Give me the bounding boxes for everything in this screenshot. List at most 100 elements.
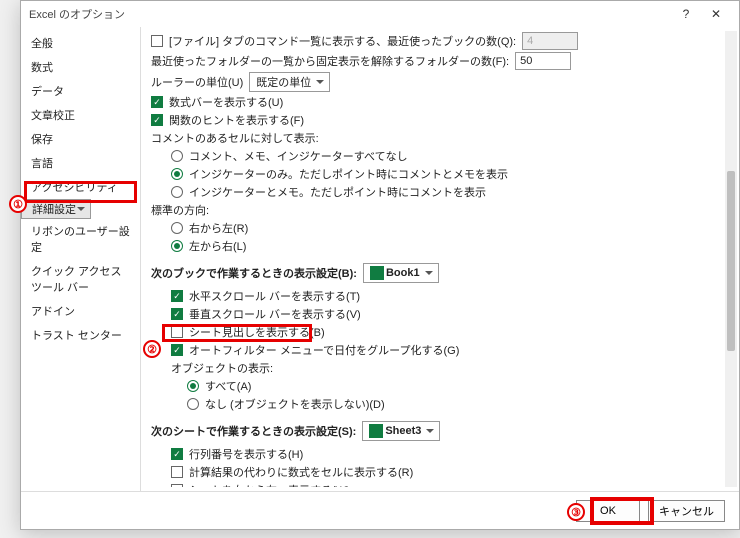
opt-comment-ind: インジケーターのみ。ただしポイント時にコメントとメモを表示 bbox=[145, 165, 721, 183]
sel-book[interactable]: Book1 bbox=[363, 263, 439, 283]
lbl-func-hint: 関数のヒントを表示する(F) bbox=[169, 112, 304, 128]
chk-autofilter-group[interactable] bbox=[171, 344, 183, 356]
lbl-recent-books: [ファイル] タブのコマンド一覧に表示する、最近使ったブックの数(Q): bbox=[169, 33, 516, 49]
chk-rtl-sheet[interactable] bbox=[171, 484, 183, 487]
dialog-title: Excel のオプション bbox=[29, 6, 671, 22]
cancel-button[interactable]: キャンセル bbox=[648, 500, 725, 522]
lbl-obj-all: すべて(A) bbox=[205, 378, 251, 394]
badge-2: ② bbox=[143, 340, 161, 358]
opt-rowcol-headers: 行列番号を表示する(H) bbox=[145, 445, 721, 463]
opt-ruler-unit: ルーラーの単位(U) 既定の単位 bbox=[145, 71, 721, 93]
lbl-ruler-unit: ルーラーの単位(U) bbox=[151, 74, 243, 90]
sel-ruler-unit[interactable]: 既定の単位 bbox=[249, 72, 330, 92]
chk-show-formulas[interactable] bbox=[171, 466, 183, 478]
dialog-footer: OK キャンセル bbox=[21, 491, 739, 529]
opt-recent-books: [ファイル] タブのコマンド一覧に表示する、最近使ったブックの数(Q): 4 bbox=[145, 31, 721, 51]
sidebar-item-qat[interactable]: クイック アクセス ツール バー bbox=[21, 259, 140, 299]
opt-comment-both: インジケーターとメモ。ただしポイント時にコメントを表示 bbox=[145, 183, 721, 201]
sheet-icon bbox=[369, 424, 383, 438]
chk-rowcol-headers[interactable] bbox=[171, 448, 183, 460]
section-book: 次のブックで作業するときの表示設定(B): Book1 bbox=[145, 255, 721, 287]
lbl-rtl-sheet: シートを右から左へ表示する(W) bbox=[189, 482, 350, 487]
chk-formula-bar[interactable] bbox=[151, 96, 163, 108]
hdr-objects: オブジェクトの表示: bbox=[145, 359, 721, 377]
workbook-icon bbox=[370, 266, 384, 280]
sel-sheet-val: Sheet3 bbox=[385, 425, 421, 437]
dialog-body: 全般 数式 データ 文章校正 保存 言語 アクセシビリティ 詳細設定 リボンのユ… bbox=[21, 27, 739, 491]
rad-dir-rtl[interactable] bbox=[171, 222, 183, 234]
lbl-comment-both: インジケーターとメモ。ただしポイント時にコメントを表示 bbox=[189, 184, 486, 200]
section-sheet: 次のシートで作業するときの表示設定(S): Sheet3 bbox=[145, 413, 721, 445]
sidebar-item-general[interactable]: 全般 bbox=[21, 31, 140, 55]
rad-comment-none[interactable] bbox=[171, 150, 183, 162]
spin-recent-books: 4 bbox=[522, 32, 578, 50]
close-button[interactable]: ✕ bbox=[701, 7, 731, 21]
lbl-sheet-tabs: シート見出しを表示する(B) bbox=[189, 324, 325, 340]
chk-sheet-tabs[interactable] bbox=[171, 326, 183, 338]
sidebar-item-accessibility[interactable]: アクセシビリティ bbox=[21, 175, 140, 199]
sidebar-item-ribbon[interactable]: リボンのユーザー設定 bbox=[21, 219, 140, 259]
opt-comment-none: コメント、メモ、インジケーターすべてなし bbox=[145, 147, 721, 165]
options-dialog: Excel のオプション ? ✕ 全般 数式 データ 文章校正 保存 言語 アク… bbox=[20, 0, 740, 530]
scrollbar-thumb[interactable] bbox=[727, 171, 735, 351]
sidebar-item-advanced[interactable]: 詳細設定 bbox=[21, 199, 91, 219]
content-scroll: [ファイル] タブのコマンド一覧に表示する、最近使ったブックの数(Q): 4 最… bbox=[145, 31, 721, 487]
opt-dir-ltr: 左から右(L) bbox=[145, 237, 721, 255]
chk-hscroll[interactable] bbox=[171, 290, 183, 302]
opt-unpin-folders: 最近使ったフォルダーの一覧から固定表示を解除するフォルダーの数(F): 50 bbox=[145, 51, 721, 71]
lbl-show-formulas: 計算結果の代わりに数式をセルに表示する(R) bbox=[189, 464, 413, 480]
opt-func-hint: 関数のヒントを表示する(F) bbox=[145, 111, 721, 129]
sel-book-val: Book1 bbox=[386, 267, 420, 279]
lbl-section-sheet: 次のシートで作業するときの表示設定(S): bbox=[151, 423, 356, 439]
chk-func-hint[interactable] bbox=[151, 114, 163, 126]
vertical-scrollbar[interactable] bbox=[725, 31, 737, 487]
badge-3: ③ bbox=[567, 503, 585, 521]
opt-autofilter-group: オートフィルター メニューで日付をグループ化する(G) bbox=[145, 341, 721, 359]
opt-hscroll: 水平スクロール バーを表示する(T) bbox=[145, 287, 721, 305]
spin-unpin-folders[interactable]: 50 bbox=[515, 52, 571, 70]
chk-recent-books[interactable] bbox=[151, 35, 163, 47]
opt-show-formulas: 計算結果の代わりに数式をセルに表示する(R) bbox=[145, 463, 721, 481]
rad-obj-all[interactable] bbox=[187, 380, 199, 392]
category-sidebar: 全般 数式 データ 文章校正 保存 言語 アクセシビリティ 詳細設定 リボンのユ… bbox=[21, 27, 141, 491]
hdr-comments: コメントのあるセルに対して表示: bbox=[145, 129, 721, 147]
sidebar-item-data[interactable]: データ bbox=[21, 79, 140, 103]
lbl-rowcol-headers: 行列番号を表示する(H) bbox=[189, 446, 303, 462]
lbl-unpin-folders: 最近使ったフォルダーの一覧から固定表示を解除するフォルダーの数(F): bbox=[151, 53, 509, 69]
hdr-direction: 標準の方向: bbox=[145, 201, 721, 219]
lbl-autofilter-group: オートフィルター メニューで日付をグループ化する(G) bbox=[189, 342, 459, 358]
lbl-vscroll: 垂直スクロール バーを表示する(V) bbox=[189, 306, 361, 322]
badge-1: ① bbox=[9, 195, 27, 213]
rad-comment-both[interactable] bbox=[171, 186, 183, 198]
opt-rtl-sheet: シートを右から左へ表示する(W) bbox=[145, 481, 721, 487]
sidebar-item-save[interactable]: 保存 bbox=[21, 127, 140, 151]
lbl-obj-none: なし (オブジェクトを表示しない)(D) bbox=[205, 396, 385, 412]
rad-comment-ind[interactable] bbox=[171, 168, 183, 180]
lbl-dir-ltr: 左から右(L) bbox=[189, 238, 246, 254]
lbl-comment-none: コメント、メモ、インジケーターすべてなし bbox=[189, 148, 408, 164]
lbl-formula-bar: 数式バーを表示する(U) bbox=[169, 94, 283, 110]
opt-dir-rtl: 右から左(R) bbox=[145, 219, 721, 237]
lbl-section-book: 次のブックで作業するときの表示設定(B): bbox=[151, 265, 357, 281]
rad-obj-none[interactable] bbox=[187, 398, 199, 410]
lbl-hscroll: 水平スクロール バーを表示する(T) bbox=[189, 288, 360, 304]
sidebar-item-trust[interactable]: トラスト センター bbox=[21, 323, 140, 347]
chk-vscroll[interactable] bbox=[171, 308, 183, 320]
lbl-comment-ind: インジケーターのみ。ただしポイント時にコメントとメモを表示 bbox=[189, 166, 508, 182]
rad-dir-ltr[interactable] bbox=[171, 240, 183, 252]
titlebar: Excel のオプション ? ✕ bbox=[21, 1, 739, 27]
opt-obj-all: すべて(A) bbox=[145, 377, 721, 395]
sidebar-item-language[interactable]: 言語 bbox=[21, 151, 140, 175]
sidebar-item-formulas[interactable]: 数式 bbox=[21, 55, 140, 79]
opt-obj-none: なし (オブジェクトを表示しない)(D) bbox=[145, 395, 721, 413]
lbl-dir-rtl: 右から左(R) bbox=[189, 220, 248, 236]
opt-formula-bar: 数式バーを表示する(U) bbox=[145, 93, 721, 111]
content-pane: [ファイル] タブのコマンド一覧に表示する、最近使ったブックの数(Q): 4 最… bbox=[141, 27, 739, 491]
ok-button[interactable]: OK bbox=[576, 500, 640, 522]
sidebar-item-proofing[interactable]: 文章校正 bbox=[21, 103, 140, 127]
sel-sheet[interactable]: Sheet3 bbox=[362, 421, 440, 441]
help-button[interactable]: ? bbox=[671, 7, 701, 21]
opt-vscroll: 垂直スクロール バーを表示する(V) bbox=[145, 305, 721, 323]
opt-sheet-tabs: シート見出しを表示する(B) bbox=[145, 323, 721, 341]
sidebar-item-addins[interactable]: アドイン bbox=[21, 299, 140, 323]
